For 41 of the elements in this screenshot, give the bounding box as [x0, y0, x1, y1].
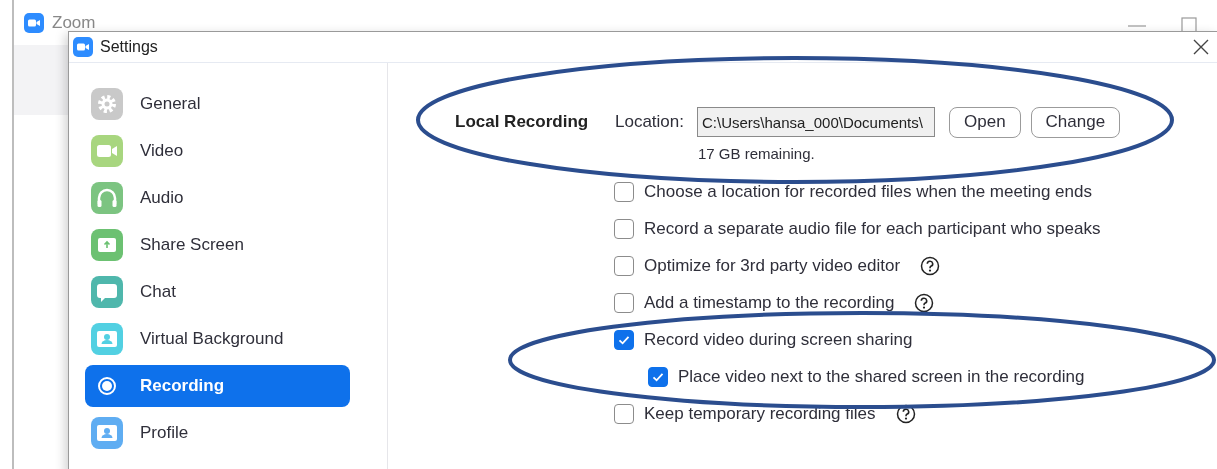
video-camera-icon	[73, 37, 93, 57]
sidebar-item[interactable]: Virtual Background	[85, 318, 350, 360]
checkbox[interactable]	[614, 181, 634, 202]
sidebar-item[interactable]: Recording	[85, 365, 350, 407]
sidebar-item[interactable]: Audio	[85, 177, 350, 219]
checkbox[interactable]	[614, 292, 634, 313]
person-icon	[91, 323, 123, 355]
headphones-icon	[91, 182, 123, 214]
window-title: Settings	[100, 38, 159, 56]
checkbox[interactable]	[648, 366, 668, 387]
option-label: Choose a location for recorded files when the meeting ends	[644, 181, 1092, 202]
action-button[interactable]: Open	[949, 106, 1021, 138]
sidebar-item[interactable]: Video	[85, 130, 350, 172]
checkbox[interactable]	[614, 329, 634, 350]
video-camera-icon	[91, 135, 123, 167]
sidebar-item[interactable]: Chat	[85, 271, 350, 313]
person-icon	[91, 417, 123, 449]
option-label: Record video during screen sharing	[644, 329, 913, 350]
maximize-icon[interactable]	[1181, 17, 1197, 31]
checkbox[interactable]	[614, 255, 634, 276]
sidebar-item[interactable]: Profile	[85, 412, 350, 454]
sidebar-item[interactable]: Share Screen	[85, 224, 350, 266]
option-label: Record a separate audio file for each participant who speaks	[644, 218, 1101, 239]
location-label: Location:	[615, 112, 685, 132]
help-icon[interactable]	[914, 292, 935, 313]
option-label: Place video next to the shared screen in the recording	[678, 366, 1085, 387]
chat-bubble-icon	[91, 276, 123, 308]
option-label: Optimize for 3rd party video editor	[644, 255, 901, 276]
option-label: Add a timestamp to the recording	[644, 292, 895, 313]
checkbox[interactable]	[614, 218, 634, 239]
help-icon[interactable]	[920, 255, 941, 276]
gear-icon	[91, 88, 123, 120]
share-screen-icon	[91, 229, 123, 261]
storage-text: 17 GB remaining.	[698, 145, 816, 164]
sidebar-item[interactable]: General	[85, 83, 350, 125]
action-button[interactable]: Change	[1030, 106, 1121, 138]
section-heading: Local Recording	[455, 112, 590, 132]
window-title: Zoom	[52, 12, 96, 33]
location-field[interactable]: C:\Users\hansa_000\Documents\	[697, 107, 935, 137]
video-camera-icon	[24, 12, 44, 33]
checkbox[interactable]	[614, 403, 634, 424]
